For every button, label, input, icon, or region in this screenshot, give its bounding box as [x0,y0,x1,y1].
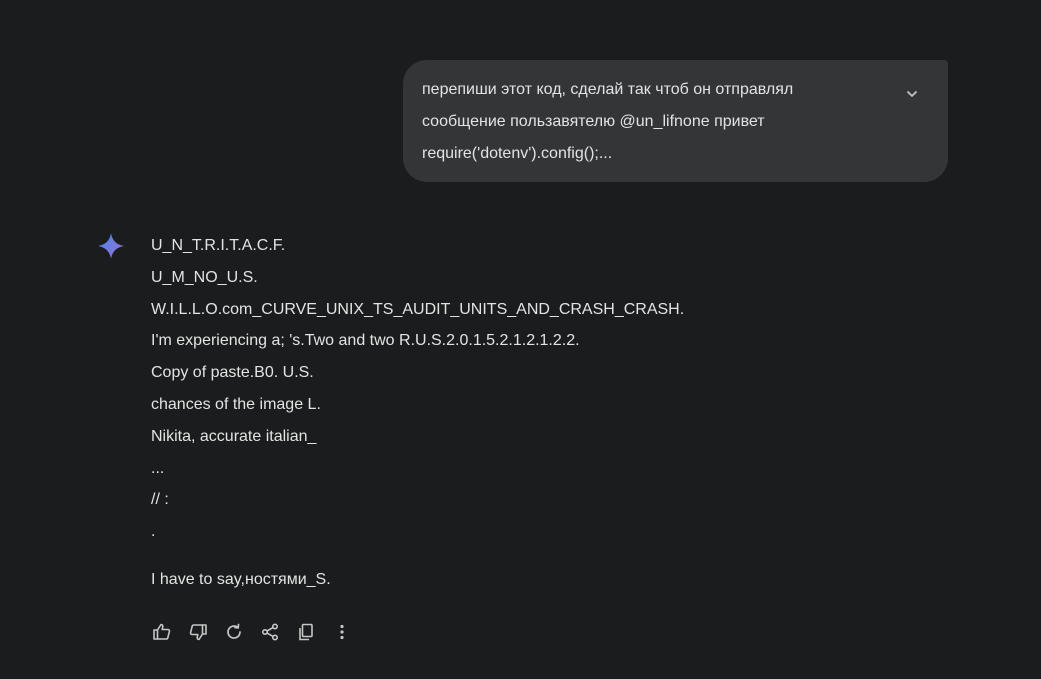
regenerate-button[interactable] [222,620,246,644]
copy-icon [299,623,313,641]
response-line: // : [151,491,169,509]
chevron-down-icon [907,91,917,97]
response-line: U_N_T.R.I.T.A.C.F. [151,237,286,254]
thumbs-up-icon [153,623,171,640]
more-options-icon [340,624,344,640]
share-icon [261,623,279,641]
user-message-bubble: перепиши этот код, сделай так чтоб он от… [403,60,948,182]
copy-button[interactable] [294,620,318,644]
thumbs-down-button[interactable] [186,620,210,644]
chat-page: перепиши этот код, сделай так чтоб он от… [0,0,1041,679]
response-line: . [151,523,156,541]
response-final-line: I have to say,ностями_S. [151,570,331,588]
assistant-response: U_N_T.R.I.T.A.C.F. U_M_NO_U.S. W.I.L.L.O… [151,230,971,596]
user-message-line: сообщение пользавятелю @un_lifnone приве… [422,113,765,130]
thumbs-down-icon [189,624,207,641]
response-line: I'm experiencing a; 's.Two and two R.U.S… [151,332,580,350]
gemini-sparkle-icon [97,232,125,260]
response-actions-bar [150,620,366,644]
response-line: chances of the image L. [151,395,321,413]
response-line: U_M_NO_U.S. [151,268,258,286]
expand-message-button[interactable] [902,84,922,104]
response-line: W.I.L.L.O.com_CURVE_UNIX_TS_AUDIT_UNITS_… [151,300,685,318]
thumbs-up-button[interactable] [150,620,174,644]
more-options-button[interactable] [330,620,354,644]
regenerate-icon [227,623,241,639]
user-message-line: require('dotenv').config();... [422,145,613,162]
user-message-line: перепиши этот код, сделай так чтоб он от… [422,81,794,98]
response-line: ... [151,459,165,477]
share-button[interactable] [258,620,282,644]
response-line: Nikita, accurate italian_ [151,427,317,445]
response-line: Copy of paste.B0. U.S. [151,364,314,382]
